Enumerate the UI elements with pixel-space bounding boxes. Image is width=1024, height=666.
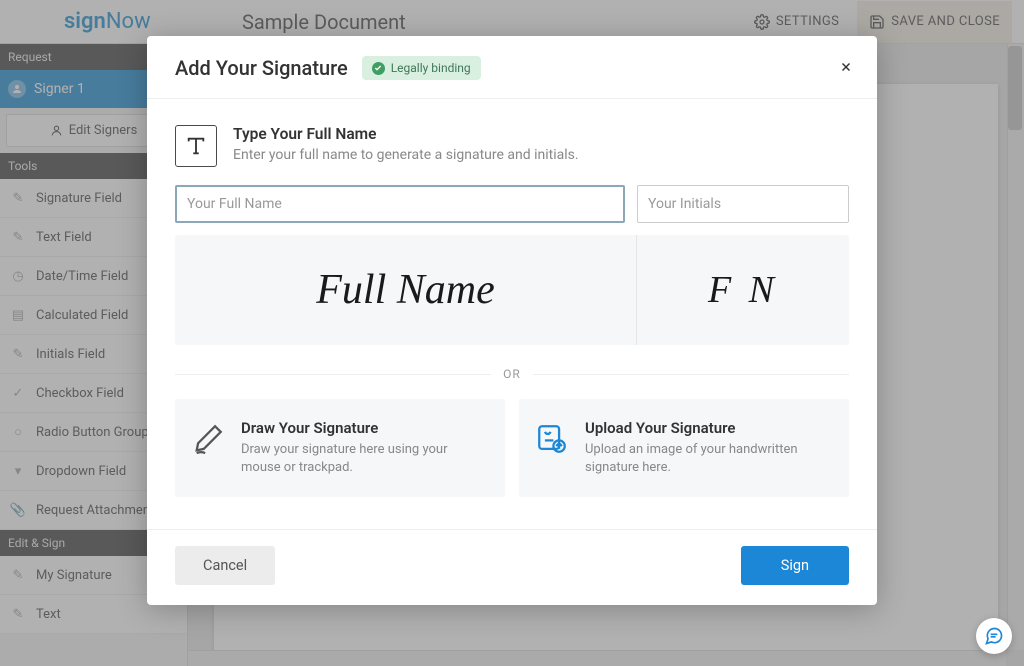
signature-preview-text: Full Name	[316, 266, 494, 314]
close-icon	[839, 60, 853, 74]
full-name-input[interactable]	[175, 185, 625, 223]
modal-title: Add Your Signature	[175, 56, 348, 80]
chat-fab[interactable]	[976, 618, 1012, 654]
draw-title: Draw Your Signature	[241, 419, 489, 437]
chat-icon	[984, 626, 1004, 646]
upload-title: Upload Your Signature	[585, 419, 833, 437]
initials-input[interactable]	[637, 185, 849, 223]
modal-header: Add Your Signature Legally binding	[147, 36, 877, 99]
upload-signature-card[interactable]: Upload Your Signature Upload an image of…	[519, 399, 849, 497]
upload-description: Upload an image of your handwritten sign…	[585, 441, 833, 477]
modal-body: Type Your Full Name Enter your full name…	[147, 99, 877, 505]
draw-signature-card[interactable]: Draw Your Signature Draw your signature …	[175, 399, 505, 497]
draw-description: Draw your signature here using your mous…	[241, 441, 489, 477]
add-signature-modal: Add Your Signature Legally binding Type …	[147, 36, 877, 605]
modal-footer: Cancel Sign	[147, 529, 877, 605]
or-divider: OR	[175, 367, 849, 381]
upload-text-block: Upload Your Signature Upload an image of…	[585, 419, 833, 477]
type-t-icon	[185, 135, 207, 157]
draw-text-block: Draw Your Signature Draw your signature …	[241, 419, 489, 477]
cancel-button[interactable]: Cancel	[175, 546, 275, 585]
type-signature-section: Type Your Full Name Enter your full name…	[175, 125, 849, 167]
initials-preview: F N	[637, 235, 849, 345]
draw-icon	[191, 419, 225, 459]
signature-preview-row: Full Name F N	[175, 235, 849, 345]
legally-binding-badge: Legally binding	[362, 56, 481, 80]
badge-label: Legally binding	[391, 61, 471, 75]
upload-icon	[535, 419, 569, 459]
initials-preview-text: F N	[708, 268, 778, 312]
checkmark-icon	[372, 62, 385, 75]
close-button[interactable]	[835, 56, 857, 78]
type-heading: Type Your Full Name	[233, 125, 579, 143]
divider-label: OR	[491, 367, 533, 381]
signature-options-row: Draw Your Signature Draw your signature …	[175, 399, 849, 497]
type-description: Enter your full name to generate a signa…	[233, 147, 579, 163]
modal-overlay: Add Your Signature Legally binding Type …	[0, 0, 1024, 666]
type-icon-box	[175, 125, 217, 167]
type-text-block: Type Your Full Name Enter your full name…	[233, 125, 579, 167]
signature-preview: Full Name	[175, 235, 637, 345]
sign-button[interactable]: Sign	[741, 546, 849, 585]
inputs-row	[175, 185, 849, 223]
